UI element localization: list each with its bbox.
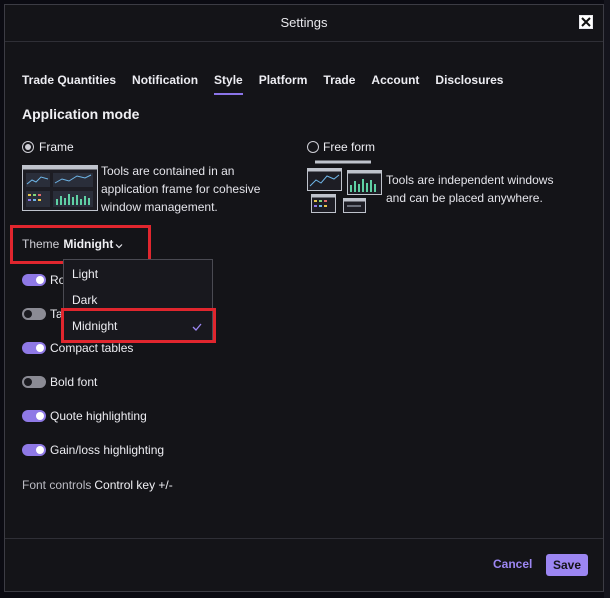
frame-description-line: Tools are contained in an [101,164,235,178]
tab-disclosures[interactable]: Disclosures [435,73,503,95]
frame-radio[interactable] [22,141,34,153]
toggle-row[interactable]: Bold font [22,374,97,390]
frame-description-line: window management. [101,200,218,214]
toggle-switch[interactable] [22,342,46,354]
application-mode-heading: Application mode [22,106,140,122]
theme-option-midnight[interactable]: Midnight [72,319,117,333]
footer-divider [5,538,603,539]
toggle-label: Gain/loss highlighting [50,443,165,457]
tab-style[interactable]: Style [214,73,243,95]
toggle-label: Compact tables [50,341,134,355]
screen: Settings Trade Quantities Notification S… [0,0,610,598]
toggle-row[interactable]: Ta [22,306,63,322]
tab-platform[interactable]: Platform [259,73,308,95]
free-form-label[interactable]: Free form [323,140,375,154]
settings-tabs: Trade Quantities Notification Style Plat… [22,73,519,95]
toggle-label: Bold font [50,375,98,389]
toggle-row[interactable]: Gain/loss highlighting [22,442,164,458]
tab-trade-quantities[interactable]: Trade Quantities [22,73,116,95]
font-controls-label: Font controls [22,478,92,492]
background-window-edge [604,0,610,598]
chevron-down-icon[interactable] [115,238,123,252]
cancel-button[interactable]: Cancel [493,557,532,571]
toggle-row[interactable]: Compact tables [22,340,133,356]
toggle-label: Ta [50,307,63,321]
frame-label[interactable]: Frame [39,140,74,154]
theme-selector[interactable]: Theme Midnight [22,237,123,252]
dialog-title: Settings [280,15,328,30]
check-icon [192,319,202,337]
close-button[interactable] [579,15,593,29]
toggle-switch[interactable] [22,376,46,388]
tab-trade[interactable]: Trade [323,73,355,95]
frame-description-line: application frame for cohesive [101,182,261,196]
font-controls-value: Control key +/- [94,478,173,492]
close-icon [581,17,591,27]
toggle-label: Quote highlighting [50,409,147,423]
save-button[interactable]: Save [546,554,588,576]
toggle-row[interactable]: Ro [22,272,65,288]
theme-option-dark[interactable]: Dark [72,293,97,307]
toggle-switch[interactable] [22,274,46,286]
toggle-switch[interactable] [22,410,46,422]
toggle-switch[interactable] [22,444,46,456]
tab-notification[interactable]: Notification [132,73,198,95]
free-form-description-line: and can be placed anywhere. [386,191,543,205]
font-controls: Font controls Control key +/- [22,478,173,492]
theme-dropdown-menu: Light Dark Midnight [63,259,213,341]
theme-option-light[interactable]: Light [72,267,98,281]
frame-preview-icon [22,165,98,211]
theme-label: Theme [22,237,60,251]
title-bar: Settings [5,5,603,42]
free-form-description: Tools are independent windows and can be… [386,171,586,207]
frame-description: Tools are contained in an application fr… [101,162,281,216]
free-form-description-line: Tools are independent windows [386,173,554,187]
theme-value[interactable]: Midnight [63,237,113,251]
tab-account[interactable]: Account [371,73,419,95]
settings-dialog: Settings Trade Quantities Notification S… [4,4,604,592]
free-form-preview-icon [307,160,383,214]
free-form-radio[interactable] [307,141,319,153]
toggle-switch[interactable] [22,308,46,320]
toggle-row[interactable]: Quote highlighting [22,408,147,424]
